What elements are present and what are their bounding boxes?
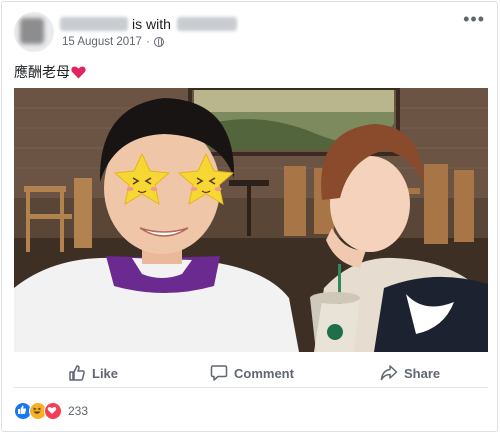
heart-icon (71, 66, 86, 79)
like-label: Like (92, 365, 119, 381)
share-button[interactable]: Share (380, 361, 440, 385)
post-meta: 15 August 2017 · (62, 36, 164, 48)
globe-icon (153, 36, 164, 47)
thumbs-up-icon (69, 365, 85, 381)
reaction-count[interactable]: 233 (68, 404, 88, 418)
post-card: is with 15 August 2017 · ••• 應酬老母 Like C… (1, 1, 498, 432)
post-photo[interactable] (14, 88, 488, 352)
share-label: Share (404, 365, 441, 381)
love-icon (44, 402, 62, 420)
share-arrow-icon (380, 365, 398, 381)
separator: · (145, 36, 150, 48)
post-actions: Like Comment Share (14, 357, 488, 388)
blurred-tagged-name[interactable] (176, 17, 237, 32)
avatar[interactable] (14, 12, 54, 52)
more-options-icon[interactable]: ••• (463, 10, 485, 28)
caption-text: 應酬老母 (14, 64, 70, 80)
post-header: is with (60, 15, 237, 32)
post-date[interactable]: 15 August 2017 (62, 36, 142, 48)
blurred-author-name[interactable] (60, 17, 128, 32)
post-caption: 應酬老母 (14, 62, 86, 82)
reaction-summary[interactable]: 233 (14, 402, 88, 420)
with-text: is with (132, 16, 171, 33)
comment-label: Comment (234, 365, 294, 381)
comment-icon (210, 365, 228, 381)
comment-button[interactable]: Comment (210, 361, 294, 385)
like-button[interactable]: Like (68, 361, 118, 385)
